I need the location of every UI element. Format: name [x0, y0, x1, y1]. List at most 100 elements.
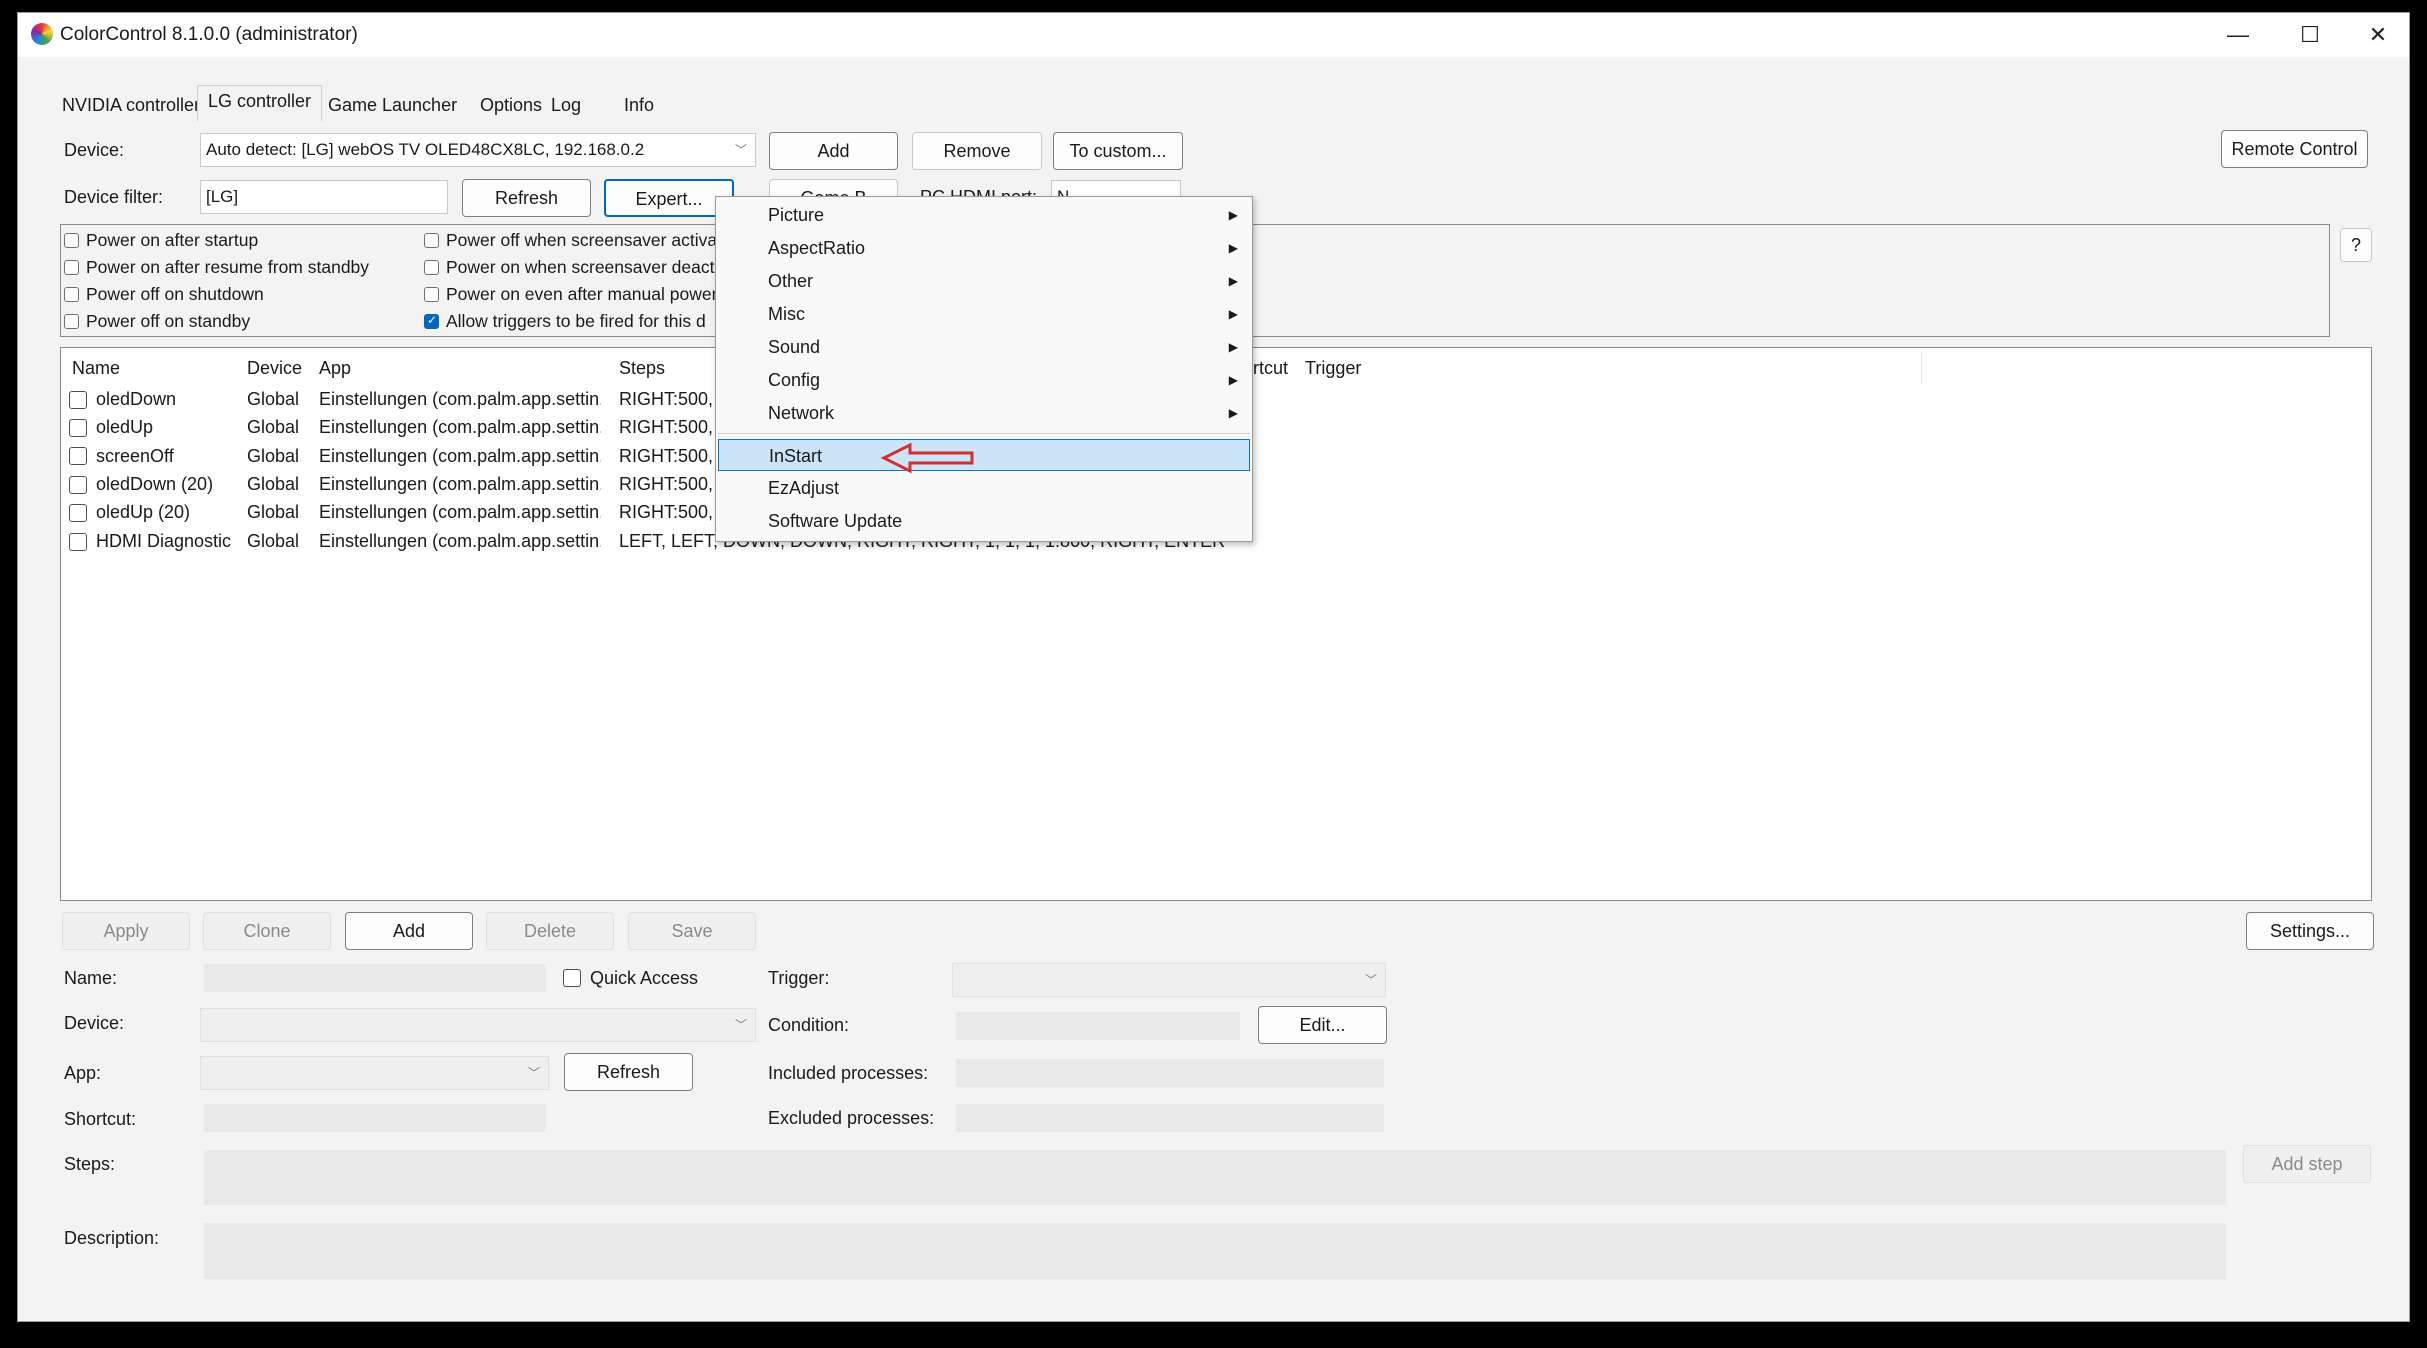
column-header-app[interactable]: App: [319, 358, 351, 379]
device-filter-input[interactable]: [LG]: [200, 180, 448, 214]
menu-item-config[interactable]: Config ▶: [716, 364, 1252, 396]
row-name[interactable]: oledDown: [96, 389, 176, 410]
power-on-resume-checkbox[interactable]: [64, 260, 79, 275]
row-device: Global: [247, 531, 300, 551]
close-button[interactable]: ✕: [2348, 17, 2408, 53]
row-app: Einstellungen (com.palm.app.settin...: [319, 502, 601, 522]
row-app: Einstellungen (com.palm.app.settin...: [319, 417, 601, 437]
menu-item-network[interactable]: Network ▶: [716, 397, 1252, 429]
menu-item-ezadjust[interactable]: EzAdjust: [716, 472, 1252, 504]
device-filter-label: Device filter:: [64, 187, 164, 207]
apply-button[interactable]: Apply: [62, 912, 190, 950]
menu-item-picture[interactable]: Picture ▶: [716, 199, 1252, 231]
minimize-button[interactable]: —: [2208, 17, 2268, 53]
column-header-device[interactable]: Device: [247, 358, 302, 379]
refresh-apps-button[interactable]: Refresh: [564, 1053, 693, 1091]
row-name[interactable]: oledUp: [96, 417, 153, 438]
expert-context-menu: Picture ▶ AspectRatio ▶ Other ▶ Misc ▶ Sound…: [715, 196, 1253, 542]
power-off-standby-label: Power off on standby: [86, 311, 251, 331]
preset-device-select[interactable]: ﹀: [200, 1008, 756, 1042]
help-button[interactable]: ?: [2340, 228, 2372, 262]
excluded-processes-input[interactable]: [956, 1104, 1384, 1132]
steps-input[interactable]: [204, 1150, 2226, 1205]
edit-condition-button[interactable]: Edit...: [1258, 1006, 1387, 1044]
menu-item-misc[interactable]: Misc ▶: [716, 298, 1252, 330]
power-off-shutdown-label: Power off on shutdown: [86, 284, 264, 304]
delete-button[interactable]: Delete: [486, 912, 614, 950]
menu-item-instart[interactable]: InStart: [718, 439, 1250, 471]
row-checkbox[interactable]: [69, 476, 87, 494]
remove-device-button[interactable]: Remove: [912, 132, 1042, 170]
save-button[interactable]: Save: [628, 912, 756, 950]
settings-button[interactable]: Settings...: [2246, 912, 2374, 950]
add-preset-button[interactable]: Add: [345, 912, 473, 950]
row-app: Einstellungen (com.palm.app.settin...: [319, 389, 601, 409]
menu-item-sound[interactable]: Sound ▶: [716, 331, 1252, 363]
row-checkbox[interactable]: [69, 419, 87, 437]
tab-nvidia-controller[interactable]: NVIDIA controller: [51, 89, 211, 121]
device-label: Device:: [64, 1013, 125, 1033]
quick-access-checkbox[interactable]: [563, 969, 581, 987]
row-checkbox[interactable]: [69, 447, 87, 465]
tab-info[interactable]: Info: [613, 89, 665, 121]
menu-item-other[interactable]: Other ▶: [716, 265, 1252, 297]
excluded-processes-label: Excluded processes:: [768, 1108, 935, 1128]
condition-input[interactable]: [956, 1012, 1240, 1040]
included-processes-input[interactable]: [956, 1059, 1384, 1087]
column-header-trigger[interactable]: Trigger: [1305, 358, 1361, 379]
column-header-shortcut[interactable]: rtcut: [1253, 358, 1288, 379]
power-on-screensaver-label: Power on when screensaver deacti: [446, 257, 719, 277]
row-checkbox[interactable]: [69, 391, 87, 409]
maximize-button[interactable]: ☐: [2280, 17, 2340, 53]
description-input[interactable]: [204, 1223, 2226, 1279]
name-input[interactable]: [204, 964, 546, 992]
row-name[interactable]: HDMI Diagnostic: [96, 531, 231, 552]
clone-button[interactable]: Clone: [203, 912, 331, 950]
app-select[interactable]: ﹀: [200, 1056, 549, 1090]
column-header-steps[interactable]: Steps: [619, 358, 665, 379]
tab-lg-controller[interactable]: LG controller: [197, 85, 323, 121]
description-label: Description:: [64, 1228, 160, 1248]
column-header-name[interactable]: Name: [72, 358, 120, 379]
tab-log[interactable]: Log: [540, 89, 592, 121]
colorcontrol-logo-icon: [31, 23, 53, 45]
power-on-manual-label: Power on even after manual power: [446, 284, 718, 304]
power-on-after-startup-checkbox[interactable]: [64, 233, 79, 248]
power-off-shutdown-checkbox[interactable]: [64, 287, 79, 302]
refresh-devices-button[interactable]: Refresh: [462, 179, 591, 217]
to-custom-button[interactable]: To custom...: [1053, 132, 1183, 170]
row-device: Global: [247, 446, 300, 466]
title-bar: ColorControl 8.1.0.0 (administrator) — ☐…: [18, 13, 2409, 57]
condition-label: Condition:: [768, 1015, 850, 1035]
power-off-screensaver-checkbox[interactable]: [424, 233, 439, 248]
add-device-button[interactable]: Add: [769, 132, 898, 170]
menu-item-label: Config: [768, 370, 821, 390]
row-name[interactable]: screenOff: [96, 446, 174, 467]
add-step-button[interactable]: Add step: [2243, 1145, 2371, 1183]
submenu-arrow-icon: ▶: [1228, 406, 1238, 420]
device-select[interactable]: Auto detect: [LG] webOS TV OLED48CX8LC, …: [200, 133, 756, 167]
power-on-screensaver-checkbox[interactable]: [424, 260, 439, 275]
menu-item-label: Other: [768, 271, 814, 291]
allow-triggers-checkbox[interactable]: [424, 313, 439, 329]
menu-item-label: EzAdjust: [768, 478, 840, 498]
row-checkbox[interactable]: [69, 533, 87, 551]
shortcut-label: Shortcut:: [64, 1109, 137, 1129]
menu-item-label: Picture: [768, 205, 825, 225]
menu-item-label: Software Update: [768, 511, 903, 531]
power-off-standby-checkbox[interactable]: [64, 314, 79, 329]
trigger-select[interactable]: ﹀: [952, 963, 1386, 997]
remote-control-button[interactable]: Remote Control: [2221, 130, 2368, 168]
power-on-manual-checkbox[interactable]: [424, 287, 439, 302]
submenu-arrow-icon: ▶: [1228, 241, 1238, 255]
row-name[interactable]: oledUp (20): [96, 502, 190, 523]
menu-item-label: Network: [768, 403, 835, 423]
chevron-down-icon: ﹀: [734, 143, 747, 157]
row-checkbox[interactable]: [69, 504, 87, 522]
menu-item-software-update[interactable]: Software Update: [716, 505, 1252, 537]
menu-item-aspectratio[interactable]: AspectRatio ▶: [716, 232, 1252, 264]
shortcut-input[interactable]: [204, 1104, 546, 1132]
row-steps: RIGHT:500, E: [619, 389, 715, 409]
row-name[interactable]: oledDown (20): [96, 474, 213, 495]
tab-game-launcher[interactable]: Game Launcher: [317, 89, 468, 121]
